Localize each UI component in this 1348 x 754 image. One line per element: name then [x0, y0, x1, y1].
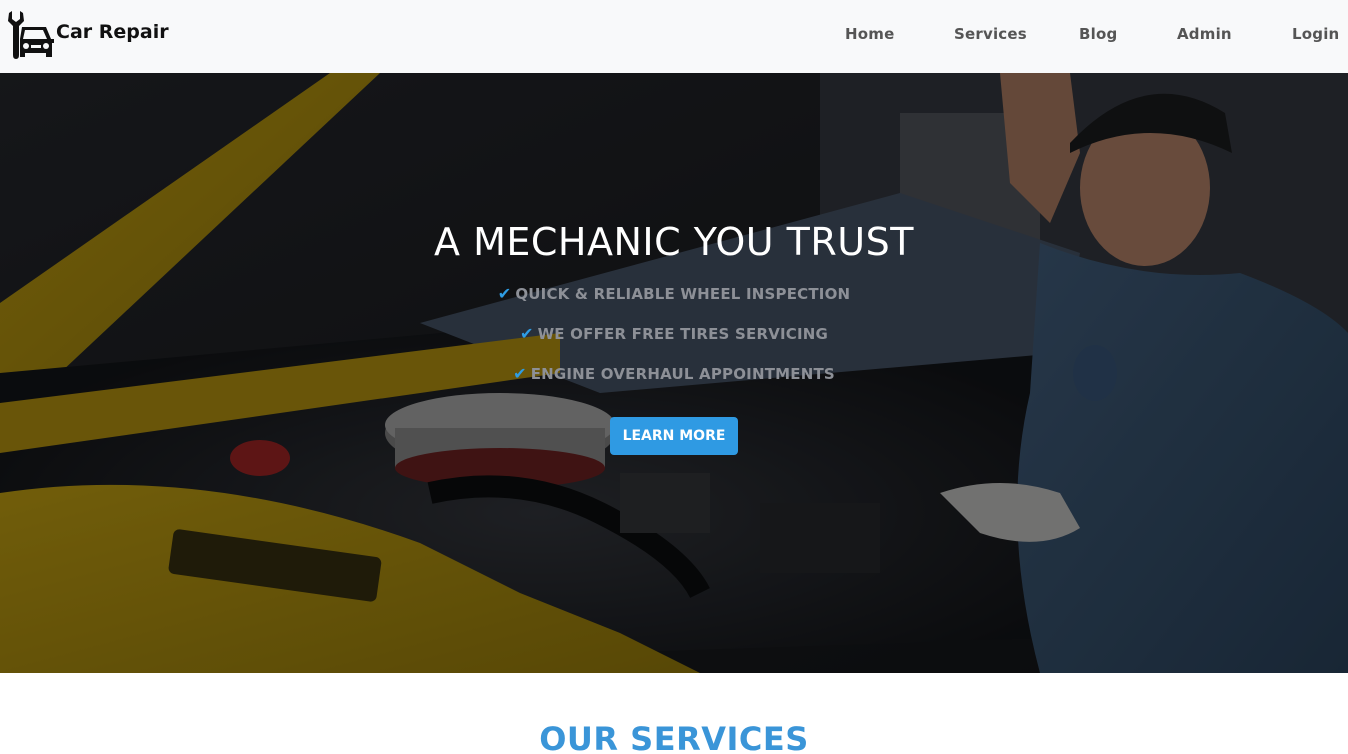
check-icon: ✔: [519, 324, 534, 343]
hero-section: A MECHANIC YOU TRUST ✔ QUICK & RELIABLE W…: [0, 73, 1348, 673]
services-heading: OUR SERVICES: [539, 720, 809, 754]
feature-item: ✔ ENGINE OVERHAUL APPOINTMENTS: [0, 364, 1348, 383]
navbar: Car Repair Home Services Blog Admin Logi…: [0, 0, 1348, 73]
check-icon: ✔: [513, 364, 527, 383]
feature-label: WE OFFER FREE TIRES SERVICING: [537, 325, 829, 343]
nav-blog[interactable]: Blog: [1079, 25, 1117, 43]
nav-home[interactable]: Home: [845, 25, 894, 43]
feature-label: ENGINE OVERHAUL APPOINTMENTS: [530, 365, 835, 383]
nav-login[interactable]: Login: [1292, 25, 1339, 43]
hero-title: A MECHANIC YOU TRUST: [434, 220, 914, 264]
car-wrench-icon: [8, 11, 54, 59]
nav-services[interactable]: Services: [954, 25, 1027, 43]
learn-more-button[interactable]: LEARN MORE: [610, 417, 738, 455]
feature-item: ✔ WE OFFER FREE TIRES SERVICING: [0, 324, 1348, 343]
nav-admin[interactable]: Admin: [1177, 25, 1232, 43]
brand-link[interactable]: Car Repair: [6, 9, 169, 61]
feature-label: QUICK & RELIABLE WHEEL INSPECTION: [515, 285, 851, 303]
check-icon: ✔: [497, 284, 512, 303]
feature-item: ✔ QUICK & RELIABLE WHEEL INSPECTION: [0, 284, 1348, 303]
brand-name: Car Repair: [56, 21, 169, 43]
